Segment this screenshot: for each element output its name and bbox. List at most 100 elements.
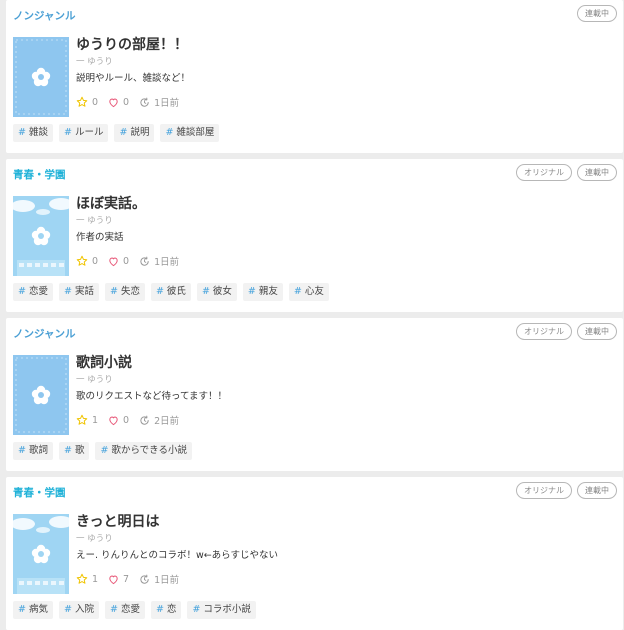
tag-chip[interactable]: # 心友 [288,283,329,301]
genre-label[interactable]: 青春・学園 [13,167,66,182]
hash-icon: # [247,286,256,297]
star-icon [76,255,92,267]
star-count-value: 1 [92,573,99,585]
tag-list: # 恋愛 # 実話 # 失恋 # 彼氏 # 彼女 # 親友 # 心友 [13,283,329,301]
genre-label[interactable]: 青春・学園 [13,485,66,500]
updated-time: 2日前 [139,413,179,427]
card-body: 歌詞小説一 ゆうり 歌のリクエストなど待ってます！！ 1 0 2日前 [6,352,623,442]
status-badges: オリジナル 連載中 [516,323,617,340]
hash-icon: # [155,286,164,297]
author-name[interactable]: 一 ゆうり [76,532,113,544]
author-name[interactable]: 一 ゆうり [76,214,113,226]
tag-chip[interactable]: # 失恋 [104,283,145,301]
clock-icon [139,415,154,426]
tag-chip[interactable]: # 入院 [58,601,99,619]
card-header: 青春・学園 オリジナル 連載中 [6,477,623,511]
tag-chip[interactable]: # 実話 [58,283,99,301]
star-icon [76,414,92,426]
clock-icon [139,574,154,585]
tag-chip[interactable]: # コラボ小説 [187,601,256,619]
tag-chip[interactable]: # 歌からできる小説 [95,442,192,460]
story-card[interactable]: ノンジャンル 連載中 ゆうりの部屋！！一 ゆうり 説明やルール、雑談など！ 0 0 1日前 #… [6,0,623,153]
star-icon [76,96,92,108]
cover-image[interactable] [13,196,69,276]
story-description: 作者の実話 [76,232,124,243]
tag-chip[interactable]: # 雑談 [13,124,53,142]
tag-label: 歌詞 [28,445,48,456]
clock-icon [139,256,154,267]
story-stats: 1 7 1日前 [76,572,189,586]
tag-chip[interactable]: # 恋愛 [104,601,145,619]
tag-chip[interactable]: # ルール [58,124,109,142]
story-card[interactable]: 青春・学園 オリジナル 連載中 きっと明日は一 ゆうり えー. りんりんとのコラボ！w←… [6,477,623,630]
tag-label: 実話 [74,286,94,297]
like-count: 7 [108,574,129,585]
star-count: 1 [76,414,98,426]
status-badge: オリジナル [516,164,572,181]
story-title[interactable]: ほぼ実話。 [76,193,146,213]
hash-icon: # [100,445,109,456]
genre-label[interactable]: ノンジャンル [13,8,75,23]
tag-chip[interactable]: # 歌 [58,442,90,460]
hash-icon: # [63,286,72,297]
tag-chip[interactable]: # 説明 [114,124,155,142]
card-header: 青春・学園 オリジナル 連載中 [6,159,623,193]
updated-time-value: 1日前 [154,257,180,268]
genre-label[interactable]: ノンジャンル [13,326,75,341]
heart-icon [108,256,123,267]
tag-label: 心友 [304,286,324,297]
story-title[interactable]: ゆうりの部屋！！ [76,34,188,54]
tag-chip[interactable]: # 歌詞 [13,442,53,460]
hash-icon: # [63,127,72,138]
heart-icon [108,574,123,585]
heart-icon [108,415,123,426]
tag-chip[interactable]: # 病気 [13,601,53,619]
like-count-value: 0 [123,96,130,108]
cover-image[interactable] [13,355,69,435]
tag-chip[interactable]: # 親友 [242,283,283,301]
story-title[interactable]: きっと明日は [76,511,159,531]
hash-icon: # [293,286,302,297]
status-badge: 連載中 [577,482,617,499]
tag-label: 親友 [258,286,278,297]
tag-label: 歌からできる小説 [111,445,187,456]
tag-list: # 病気 # 入院 # 恋愛 # 恋 # コラボ小説 [13,601,256,619]
story-card[interactable]: ノンジャンル オリジナル 連載中 歌詞小説一 ゆうり 歌のリクエストなど待ってます！！ 1… [6,318,623,471]
tag-chip[interactable]: # 恋 [150,601,182,619]
cover-image[interactable] [13,37,69,117]
story-stats: 0 0 1日前 [76,95,189,109]
tag-chip[interactable]: # 雑談部屋 [160,124,220,142]
tag-chip[interactable]: # 恋愛 [13,283,53,301]
story-title[interactable]: 歌詞小説 [76,352,132,372]
tag-label: 恋愛 [120,604,140,615]
card-header: ノンジャンル オリジナル 連載中 [6,318,623,352]
star-count: 0 [76,255,98,267]
updated-time-value: 2日前 [154,416,180,427]
author-name[interactable]: 一 ゆうり [76,373,113,385]
story-stats: 0 0 1日前 [76,254,189,268]
tag-label: 入院 [74,604,94,615]
like-count-value: 7 [123,573,130,585]
tag-list: # 雑談 # ルール # 説明 # 雑談部屋 [13,124,220,142]
updated-time: 1日前 [139,95,179,109]
tag-chip[interactable]: # 彼氏 [150,283,191,301]
tag-label: 恋愛 [28,286,48,297]
hash-icon: # [18,604,26,615]
hash-icon: # [201,286,210,297]
tag-chip[interactable]: # 彼女 [196,283,237,301]
hash-icon: # [109,286,118,297]
tag-label: コラボ小説 [203,604,251,615]
star-count-value: 0 [92,96,99,108]
card-header: ノンジャンル 連載中 [6,0,623,34]
author-name[interactable]: 一 ゆうり [76,55,113,67]
hash-icon: # [63,604,72,615]
tag-label: 失恋 [120,286,140,297]
status-badge: 連載中 [577,323,617,340]
story-stats: 1 0 2日前 [76,413,189,427]
cover-image[interactable] [13,514,69,594]
clock-icon [139,97,154,108]
hash-icon: # [109,604,118,615]
story-card[interactable]: 青春・学園 オリジナル 連載中 ほぼ実話。一 ゆうり 作者の実話 0 0 1日前 # 恋愛 # 実話 #… [6,159,623,312]
like-count-value: 0 [123,414,130,426]
hash-icon: # [119,127,128,138]
